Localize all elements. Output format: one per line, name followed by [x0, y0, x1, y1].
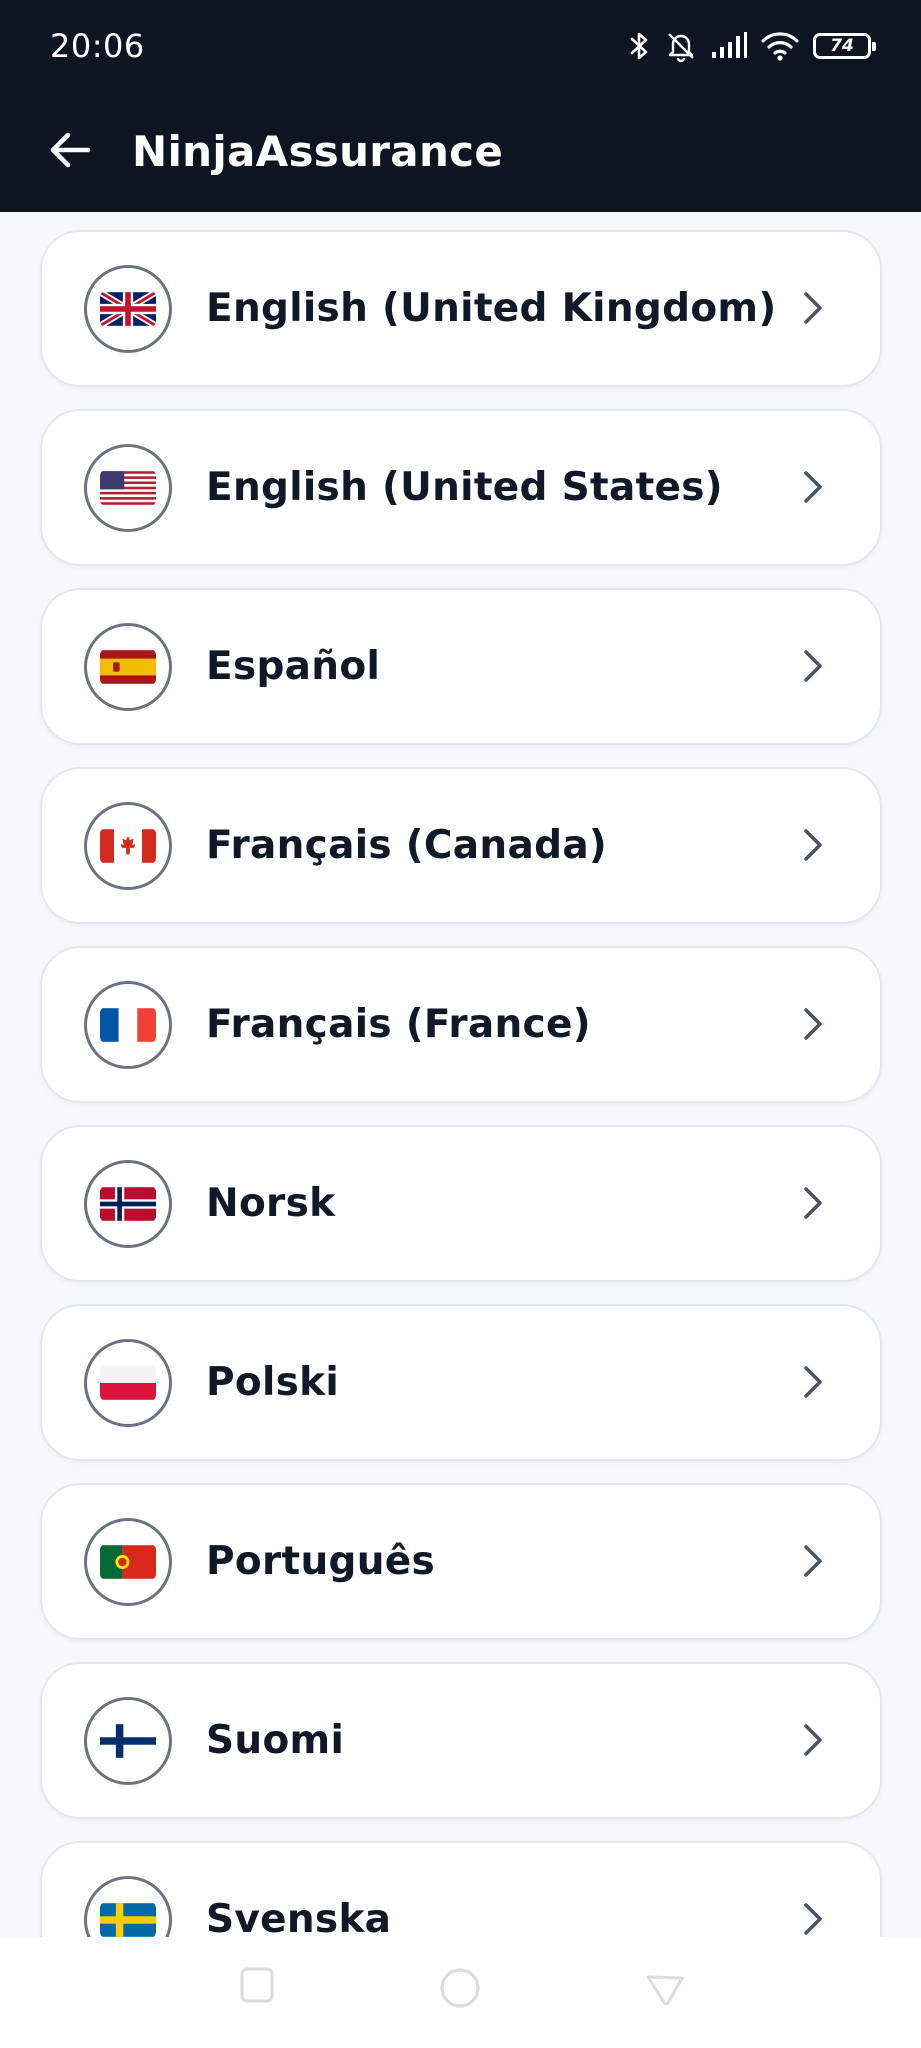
- es-flag-icon: [100, 650, 156, 684]
- bell-muted-icon: [665, 30, 697, 62]
- language-list: English (United Kingdom) English (United…: [0, 212, 921, 1937]
- language-label: Norsk: [206, 1181, 336, 1226]
- no-flag-icon: [100, 1187, 156, 1221]
- language-item-norsk[interactable]: Norsk: [40, 1125, 882, 1282]
- language-label: Português: [206, 1539, 436, 1584]
- app-bar: NinjaAssurance: [0, 92, 921, 212]
- home-button[interactable]: [437, 1965, 483, 2015]
- chevron-right-icon: [792, 1899, 832, 1937]
- battery-icon: 74: [813, 33, 876, 59]
- chevron-right-icon: [792, 1541, 832, 1581]
- ca-flag-icon: [100, 829, 156, 863]
- triangle-back-icon: [646, 1975, 684, 2008]
- flag-badge: [84, 265, 172, 353]
- chevron-right-icon: [792, 825, 832, 865]
- system-nav-bar: [0, 1937, 921, 2048]
- fr-flag-icon: [100, 1008, 156, 1042]
- flag-badge: [84, 623, 172, 711]
- square-icon: [240, 1967, 274, 2003]
- se-flag-icon: [100, 1903, 156, 1937]
- flag-badge: [84, 1339, 172, 1427]
- battery-level: 74: [830, 36, 854, 56]
- recents-button[interactable]: [238, 1965, 278, 2009]
- status-time: 20:06: [50, 27, 145, 65]
- back-nav-button[interactable]: [640, 1965, 684, 2009]
- language-label: Français (Canada): [206, 823, 608, 868]
- status-bar: 20:06 74: [0, 0, 921, 92]
- flag-badge: [84, 1160, 172, 1248]
- language-item-english-us[interactable]: English (United States): [40, 409, 882, 566]
- pl-flag-icon: [100, 1366, 156, 1400]
- language-item-english-uk[interactable]: English (United Kingdom): [40, 230, 882, 387]
- flag-badge: [84, 1697, 172, 1785]
- language-label: Svenska: [206, 1897, 392, 1937]
- chevron-right-icon: [792, 288, 832, 328]
- chevron-right-icon: [792, 467, 832, 507]
- chevron-right-icon: [792, 1004, 832, 1044]
- signal-icon: [711, 32, 747, 60]
- language-label: Français (France): [206, 1002, 591, 1047]
- chevron-right-icon: [792, 1720, 832, 1760]
- chevron-right-icon: [792, 646, 832, 686]
- flag-badge: [84, 1876, 172, 1937]
- language-item-suomi[interactable]: Suomi: [40, 1662, 882, 1819]
- language-item-portugues[interactable]: Português: [40, 1483, 882, 1640]
- us-flag-icon: [100, 471, 156, 505]
- language-label: Español: [206, 644, 381, 689]
- chevron-right-icon: [792, 1362, 832, 1402]
- gb-flag-icon: [100, 291, 156, 327]
- language-item-svenska[interactable]: Svenska: [40, 1841, 882, 1937]
- language-item-francais-france[interactable]: Français (France): [40, 946, 882, 1103]
- flag-badge: [84, 802, 172, 890]
- language-label: English (United States): [206, 465, 723, 510]
- language-item-espanol[interactable]: Español: [40, 588, 882, 745]
- bluetooth-icon: [629, 30, 651, 62]
- back-button[interactable]: [40, 120, 100, 180]
- language-label: English (United Kingdom): [206, 286, 777, 331]
- wifi-icon: [761, 31, 799, 61]
- flag-badge: [84, 981, 172, 1069]
- language-item-polski[interactable]: Polski: [40, 1304, 882, 1461]
- language-label: Polski: [206, 1360, 340, 1405]
- chevron-right-icon: [792, 1183, 832, 1223]
- pt-flag-icon: [100, 1545, 156, 1579]
- arrow-left-icon: [50, 132, 91, 168]
- circle-icon: [440, 1968, 480, 2008]
- flag-badge: [84, 444, 172, 532]
- flag-badge: [84, 1518, 172, 1606]
- status-icons: 74: [629, 24, 876, 68]
- page-title: NinjaAssurance: [132, 127, 504, 176]
- fi-flag-icon: [100, 1724, 156, 1758]
- language-label: Suomi: [206, 1718, 345, 1763]
- language-item-francais-canada[interactable]: Français (Canada): [40, 767, 882, 924]
